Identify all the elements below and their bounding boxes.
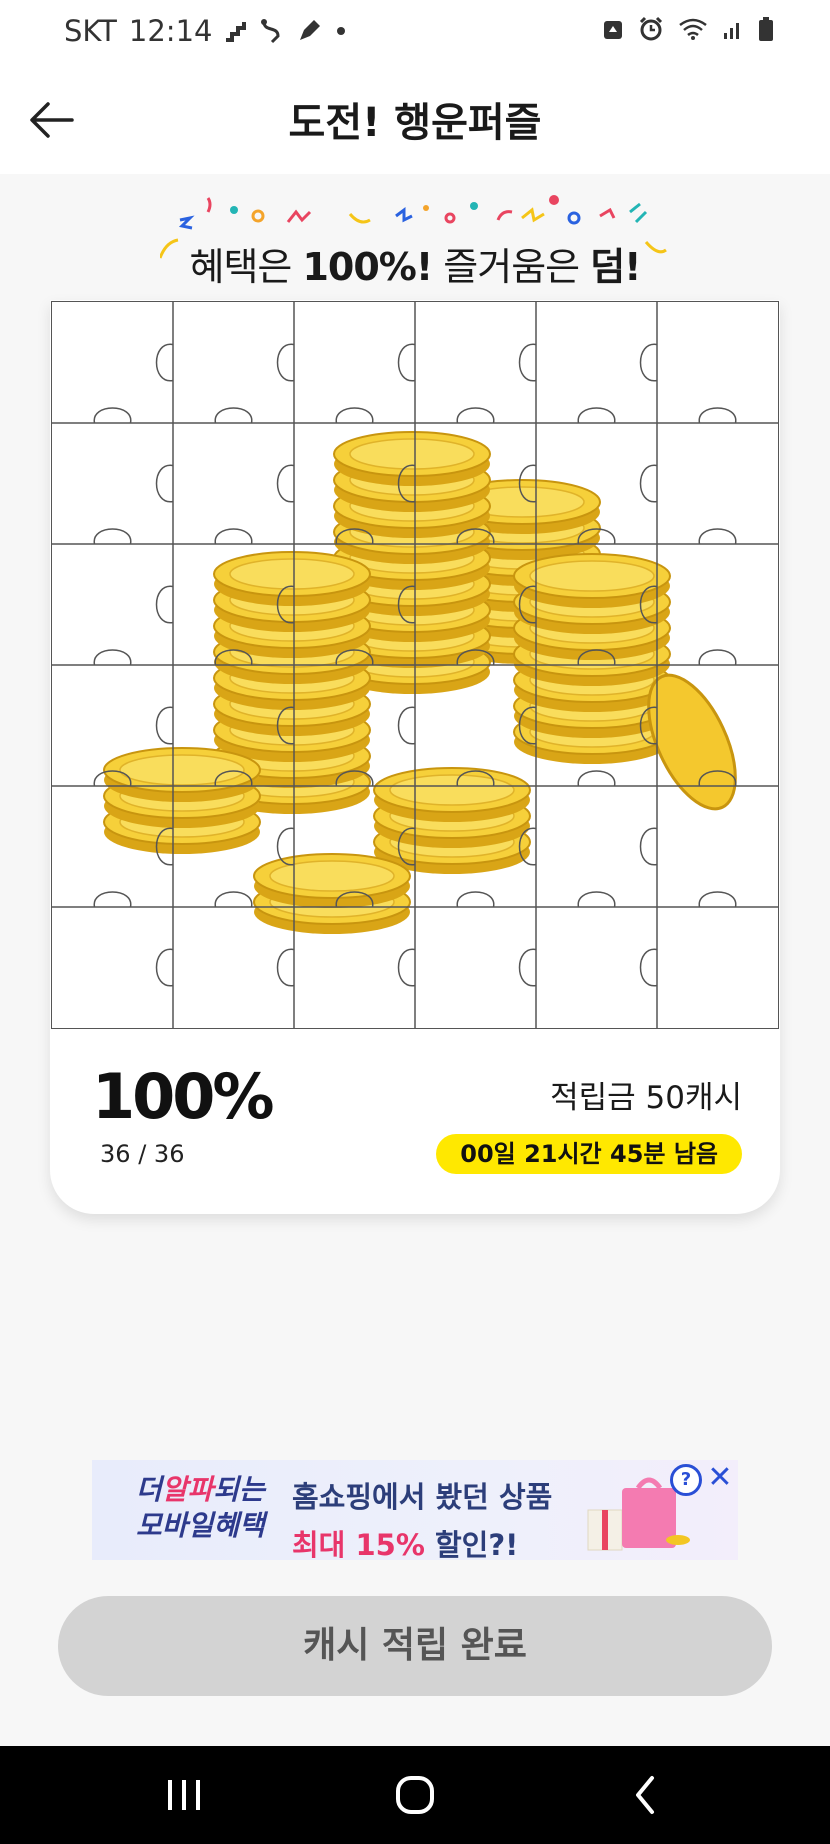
puzzle-tab (397, 343, 416, 382)
puzzle-tab (155, 948, 174, 987)
alarm-icon (639, 16, 663, 41)
coin (513, 553, 671, 608)
puzzle-tab (577, 770, 616, 787)
progress-percent: 100% (92, 1060, 275, 1133)
route-icon (261, 19, 280, 44)
puzzle-tab (335, 407, 374, 424)
gold-coins-image (103, 431, 737, 934)
puzzle-tab (518, 948, 537, 987)
headline-part1: 혜택은 (189, 245, 303, 289)
ad-brand-line2: 모바일혜택 (136, 1509, 265, 1542)
ad-banner[interactable]: 더알파되는 모바일혜택 홈쇼핑에서 봤던 상품 최대 15% 할인?! ? ✕ (92, 1460, 738, 1560)
puzzle-tab (577, 407, 616, 424)
clock: 12:14 (128, 14, 213, 48)
recents-button[interactable] (154, 1770, 214, 1820)
ad-close-button[interactable]: ✕ (706, 1462, 734, 1494)
puzzle-tab (276, 948, 295, 987)
puzzle-tab (698, 649, 737, 666)
recycle-icon (604, 21, 622, 39)
puzzle-tab (577, 891, 616, 908)
pieces-total: 36 (153, 1140, 185, 1168)
ad-line2: 최대 15% 할인?! (292, 1522, 552, 1560)
ad-copy: 홈쇼핑에서 봤던 상품 최대 15% 할인?! (292, 1474, 552, 1560)
puzzle-tab (93, 649, 132, 666)
puzzle-tab (155, 343, 174, 382)
ad-line1: 홈쇼핑에서 봤던 상품 (292, 1480, 553, 1514)
reward-label: 적립금 50캐시 (550, 1080, 742, 1116)
puzzle-tab (93, 407, 132, 424)
piece-count: 36 / 36 (100, 1140, 184, 1168)
headline-part4: 덤! (590, 245, 641, 289)
carrier-label: SKT (64, 14, 117, 48)
ad-brand-line1-c: 되는 (213, 1473, 265, 1506)
home-button[interactable] (385, 1770, 445, 1820)
count-separator: / (138, 1140, 147, 1168)
status-right (602, 16, 774, 42)
stairs-icon (226, 22, 247, 42)
coin (373, 767, 531, 822)
system-nav-bar (0, 1746, 830, 1844)
puzzle-tab (155, 585, 174, 624)
puzzle-tab (397, 948, 416, 987)
puzzle-tab (456, 407, 495, 424)
battery-icon (759, 17, 773, 41)
dot-icon (337, 27, 346, 35)
puzzle-tab (698, 528, 737, 545)
coin (253, 853, 411, 908)
signal-icon (724, 23, 739, 39)
recents-icon (168, 1780, 200, 1810)
wifi-icon (679, 18, 707, 40)
ad-line2-highlight: 최대 15% (292, 1528, 425, 1560)
pieces-done: 36 (100, 1140, 131, 1168)
puzzle-tab (518, 343, 537, 382)
puzzle-tab (214, 528, 253, 545)
ad-line2-rest: 할인?! (424, 1528, 519, 1560)
headline-part2: 100%! (302, 245, 433, 289)
puzzle-tab (639, 464, 658, 503)
puzzle-board (51, 301, 779, 1029)
ad-brand-line1-a: 더 (136, 1473, 162, 1506)
system-back-button[interactable] (616, 1770, 676, 1820)
home-icon (396, 1776, 434, 1814)
back-icon (636, 1776, 654, 1814)
ad-info-button[interactable]: ? (670, 1464, 702, 1496)
puzzle-card: 100% 36 / 36 적립금 50캐시 00일 21시간 45분 남음 (50, 300, 780, 1214)
puzzle-tab (93, 891, 132, 908)
puzzle-tab (276, 464, 295, 503)
puzzle-tab (276, 343, 295, 382)
puzzle-tab (155, 464, 174, 503)
coin (333, 431, 491, 486)
puzzle-tab (698, 407, 737, 424)
status-icons-left (224, 18, 346, 44)
puzzle-tab (397, 706, 416, 745)
puzzle-tab (214, 891, 253, 908)
ad-brand-logo: 더알파되는 모바일혜택 (136, 1468, 296, 1544)
page-title: 도전! 행운퍼즐 (288, 100, 542, 146)
puzzle-tab (639, 343, 658, 382)
cash-complete-button[interactable]: 캐시 적립 완료 (58, 1596, 772, 1696)
coin (213, 551, 371, 606)
puzzle-image (52, 302, 778, 1028)
puzzle-grid (52, 302, 778, 1028)
headline-part3: 즐거움은 (432, 245, 591, 289)
status-bar: SKT 12:14 (0, 0, 830, 64)
puzzle-tab (639, 948, 658, 987)
puzzle-tab (214, 407, 253, 424)
headline: 혜택은 100%! 즐거움은 덤! (0, 236, 830, 291)
puzzle-tab (456, 891, 495, 908)
puzzle-tab (698, 891, 737, 908)
time-remaining-badge: 00일 21시간 45분 남음 (436, 1134, 742, 1174)
ad-brand-line1-b: 알파 (161, 1473, 214, 1506)
ad-brand-line1: 더알파되는 (136, 1468, 296, 1508)
pen-icon (300, 20, 321, 40)
puzzle-tab (155, 706, 174, 745)
headline-section: 혜택은 100%! 즐거움은 덤! (0, 190, 830, 290)
puzzle-tab (93, 528, 132, 545)
puzzle-tab (639, 827, 658, 866)
status-left: SKT 12:14 (64, 14, 346, 48)
app-bar: 도전! 행운퍼즐 (0, 64, 830, 174)
